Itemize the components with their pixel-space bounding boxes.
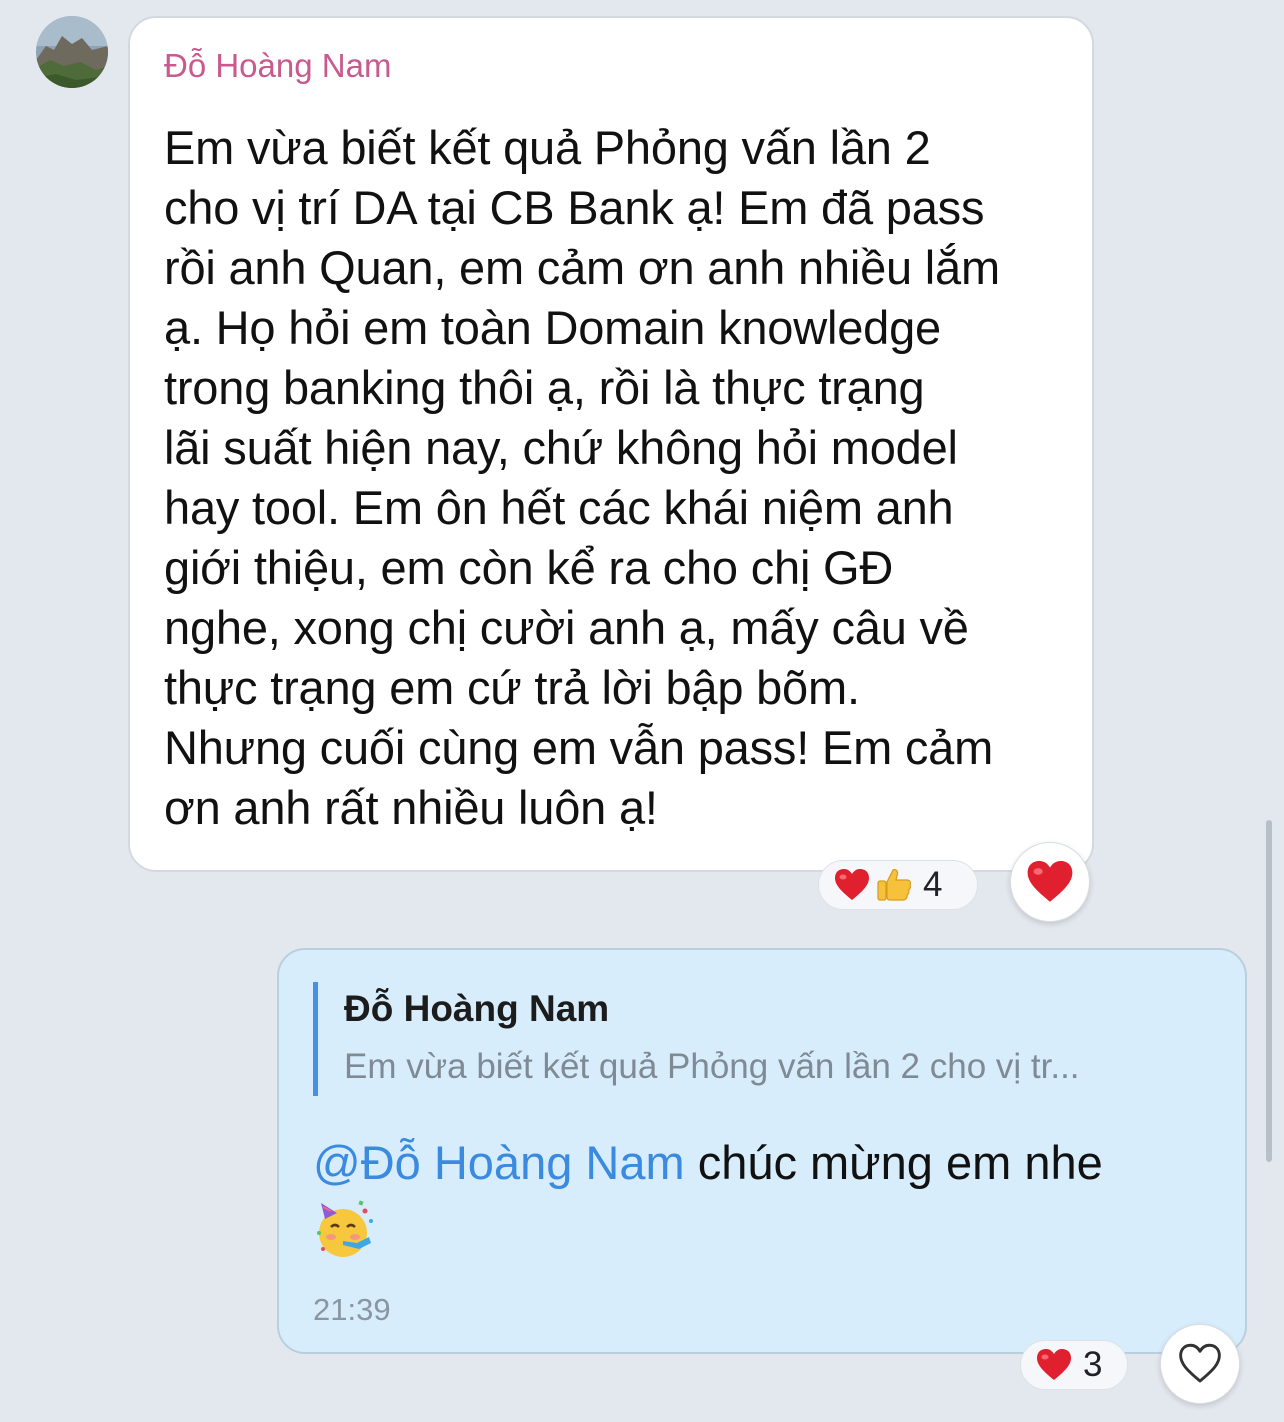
message-timestamp: 21:39 [313,1292,391,1327]
landscape-avatar-icon [36,16,108,88]
reaction-count-reply: 3 [1083,1345,1103,1384]
reaction-summary[interactable]: 4 [818,860,978,910]
red-heart-icon [833,866,871,904]
partying-face-icon [313,1197,377,1261]
reaction-count: 4 [923,865,943,904]
react-button-reply[interactable] [1160,1324,1240,1404]
outgoing-message-bubble[interactable]: Đỗ Hoàng Nam Em vừa biết kết quả Phỏng v… [277,948,1247,1354]
red-heart-icon [1027,860,1073,902]
red-heart-icon [1035,1346,1073,1384]
reply-text: @Đỗ Hoàng Nam chúc mừng em nhe [313,1132,1213,1261]
quoted-message[interactable]: Đỗ Hoàng Nam Em vừa biết kết quả Phỏng v… [313,982,1213,1096]
thumbs-up-icon [875,866,913,904]
mention-link[interactable]: @Đỗ Hoàng Nam [313,1136,685,1189]
incoming-message-bubble[interactable]: Đỗ Hoàng Nam Em vừa biết kết quả Phỏng v… [128,16,1094,872]
reply-body: chúc mừng em nhe [684,1136,1103,1189]
scrollbar[interactable] [1266,820,1272,1162]
reaction-summary-reply[interactable]: 3 [1020,1340,1128,1390]
sender-avatar[interactable] [36,16,108,88]
outline-heart-icon [1179,1343,1221,1383]
react-button[interactable] [1010,842,1090,922]
quote-author: Đỗ Hoàng Nam [344,988,610,1029]
sender-name[interactable]: Đỗ Hoàng Nam [164,46,1058,86]
message-text: Em vừa biết kết quả Phỏng vấn lần 2 cho … [164,121,1000,834]
quote-text: Em vừa biết kết quả Phỏng vấn lần 2 cho … [344,1047,1080,1086]
